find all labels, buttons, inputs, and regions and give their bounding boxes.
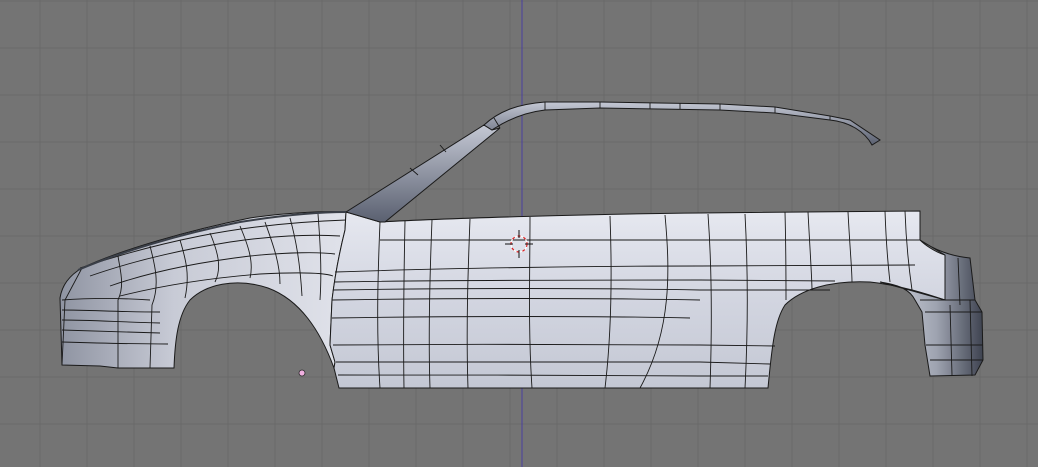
viewport-canvas[interactable] (0, 0, 1038, 467)
3d-viewport[interactable] (0, 0, 1038, 467)
door-side-panel (329, 210, 946, 389)
roof-rail (483, 101, 881, 146)
object-origin-icon[interactable] (298, 369, 306, 377)
